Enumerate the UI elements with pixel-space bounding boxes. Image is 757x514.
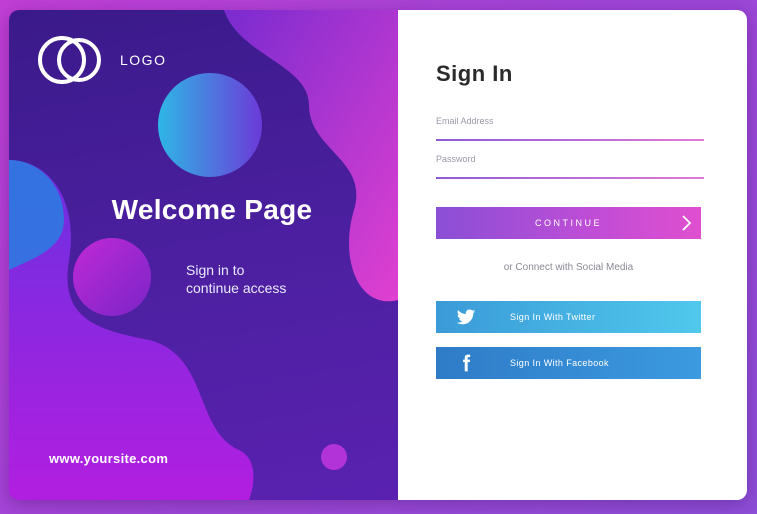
email-field-label[interactable]: Email Address [436,116,494,126]
subtitle-line-2: continue access [186,280,287,296]
sign-in-title: Sign In [436,61,513,86]
ball-large [158,73,262,177]
email-field[interactable] [436,139,704,141]
facebook-label: Sign In With Facebook [510,358,609,368]
logo-rings-icon [38,36,101,84]
welcome-panel: LOGO Welcome Page Sign in to continue ac… [9,10,398,500]
twitter-bird-icon [456,309,476,325]
password-field-label[interactable]: Password [436,154,476,164]
social-connect-text: or Connect with Social Media [503,262,634,273]
sign-in-panel: Sign In Email Address Password CONTINUE … [398,10,747,500]
chevron-right-icon [682,215,692,231]
facebook-f-icon [463,354,471,372]
twitter-label: Sign In With Twitter [510,312,596,322]
site-url[interactable]: www.yoursite.com [49,451,168,466]
facebook-sign-in-button[interactable]: Sign In With Facebook [436,347,701,379]
subtitle-line-1: Sign in to [186,262,245,278]
ball-medium [73,238,151,316]
twitter-sign-in-button[interactable]: Sign In With Twitter [436,301,701,333]
continue-label: CONTINUE [535,218,602,228]
welcome-title: Welcome Page [111,194,313,225]
password-field[interactable] [436,177,704,179]
welcome-subtitle: Sign in to continue access [186,261,346,297]
ball-small [321,444,347,470]
continue-button[interactable]: CONTINUE [436,207,701,239]
login-card: LOGO Welcome Page Sign in to continue ac… [9,10,747,500]
logo-text: LOGO [120,52,167,68]
